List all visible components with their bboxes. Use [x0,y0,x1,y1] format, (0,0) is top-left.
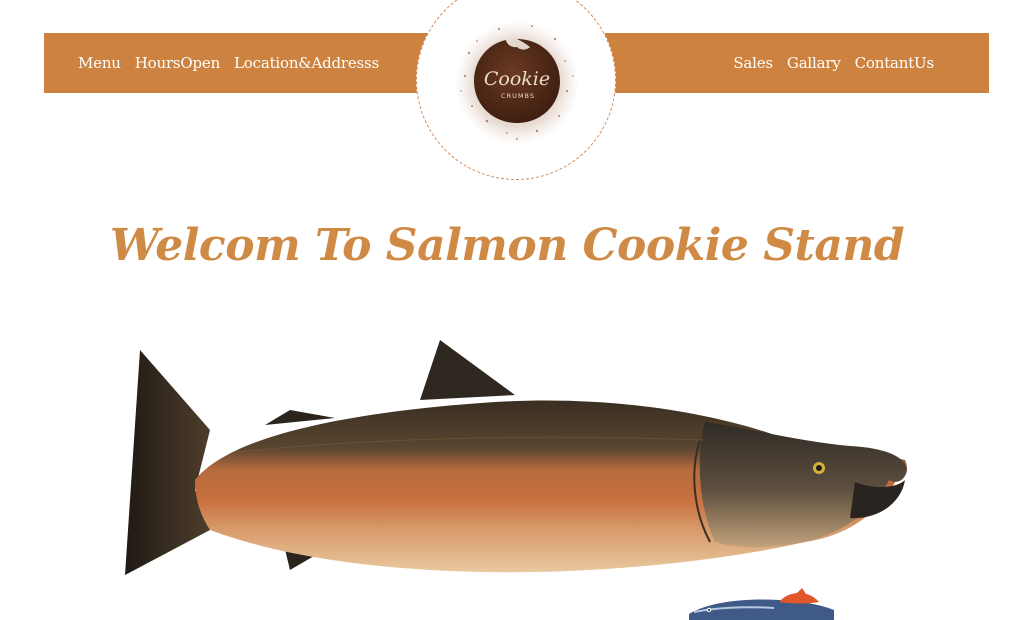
nav-left-group: Menu HoursOpen Location&Addresss [78,33,393,93]
nav-right-group: Sales Gallary ContantUs [733,33,934,93]
nav-link-hours-open[interactable]: HoursOpen [135,54,220,72]
salmon-illustration [125,340,908,575]
page: Menu HoursOpen Location&Addresss Sales G… [0,0,1014,620]
nav-link-gallary[interactable]: Gallary [787,54,841,72]
nav-link-sales[interactable]: Sales [733,54,773,72]
page-title: Welcom To Salmon Cookie Stand [109,220,905,271]
small-fish-illustration [689,588,834,620]
cookie-logo-icon: Cookie CRUMBS [455,21,579,145]
nav-link-contant-us[interactable]: ContantUs [855,54,935,72]
logo-subtitle: CRUMBS [501,92,535,100]
nav-link-menu[interactable]: Menu [78,54,121,72]
nav-link-location-address[interactable]: Location&Addresss [234,54,379,72]
logo[interactable]: Cookie CRUMBS [416,0,616,180]
logo-title: Cookie [484,68,550,90]
